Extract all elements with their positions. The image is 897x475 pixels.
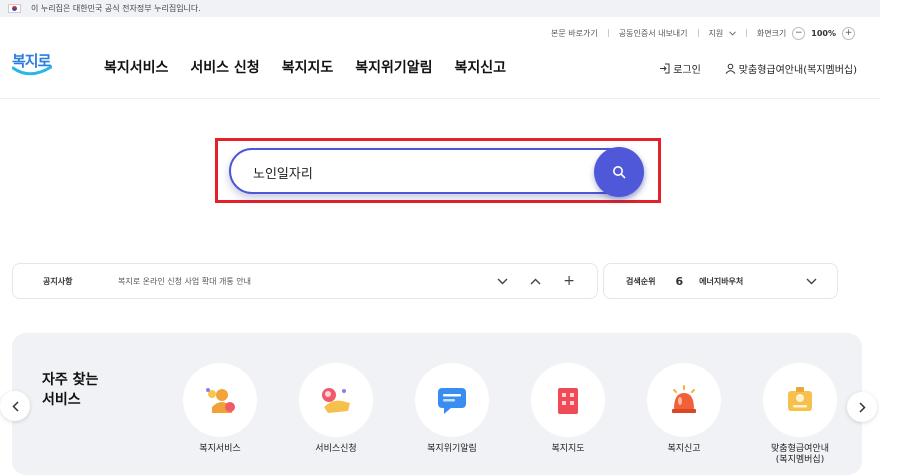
frequent-title-line1: 자주 찾는: [42, 372, 99, 388]
divider: [697, 29, 699, 37]
nav-welfare-services[interactable]: 복지서비스: [104, 57, 168, 77]
logo-swoosh-icon: [12, 65, 52, 76]
skip-to-content-link[interactable]: 본문 바로가기: [551, 28, 598, 39]
chevron-down-icon[interactable]: [497, 278, 508, 285]
service-circle: [763, 363, 837, 437]
service-label: 복지신고: [667, 444, 701, 454]
welfare-people-icon: [206, 388, 235, 413]
service-circle: [647, 363, 721, 437]
gov-banner: 이 누리집은 대한민국 공식 전자정부 누리집입니다.: [0, 0, 880, 17]
apply-hand-icon: [322, 388, 350, 413]
ranking-label: 검색순위: [626, 276, 656, 286]
gov-banner-text: 이 누리집은 대한민국 공식 전자정부 누리집입니다.: [31, 4, 201, 13]
service-circle: [299, 363, 373, 437]
header-actions: 로그인 맞춤형급여안내(복지멤버십): [635, 61, 857, 76]
divider: [607, 29, 609, 37]
nav-welfare-report[interactable]: 복지신고: [455, 57, 507, 77]
service-item-welfare-map[interactable]: 복지지도: [513, 363, 623, 455]
zoom-in-button[interactable]: +: [842, 26, 855, 40]
notice-text[interactable]: 복지로 온라인 신청 사업 확대 개통 안내: [118, 276, 497, 287]
ranking-number: 6: [675, 274, 684, 288]
nav-crisis-alert[interactable]: 복지위기알림: [355, 57, 432, 77]
service-label: 맞춤형급여안내 (복지멤버십): [745, 444, 855, 466]
notice-label: 공지사항: [43, 276, 73, 286]
membership-label: 맞춤형급여안내(복지멤버십): [738, 65, 857, 76]
cert-export-link[interactable]: 공동인증서 내보내기: [619, 28, 688, 39]
screen-size-label: 화면크기: [756, 28, 787, 38]
service-label: 복지서비스: [199, 444, 241, 454]
service-item-membership[interactable]: 맞춤형급여안내 (복지멤버십): [745, 363, 855, 466]
membership-link[interactable]: 맞춤형급여안내(복지멤버십): [725, 61, 857, 76]
service-label-line1: 맞춤형급여안내: [771, 444, 829, 454]
chevron-right-icon: [858, 401, 866, 413]
zoom-level: 100%: [811, 28, 836, 38]
utility-bar: 본문 바로가기 공동인증서 내보내기 지원 화면크기 − 100% +: [551, 25, 861, 41]
carousel-prev-button[interactable]: [0, 391, 30, 421]
service-label: 복지지도: [551, 444, 585, 454]
service-item-apply[interactable]: 서비스신청: [281, 363, 391, 455]
nav-service-apply[interactable]: 서비스 신청: [190, 57, 259, 77]
service-label-line2: (복지멤버십): [775, 455, 825, 465]
service-circle: [183, 363, 257, 437]
header-divider: [0, 98, 880, 99]
chevron-up-icon[interactable]: [530, 278, 541, 285]
notice-controls: +: [497, 273, 575, 289]
service-item-welfare[interactable]: 복지서비스: [165, 363, 275, 455]
message-bubble-icon: [438, 388, 466, 414]
main-nav: 복지서비스 서비스 신청 복지지도 복지위기알림 복지신고: [104, 57, 528, 77]
service-circle: [531, 363, 605, 437]
chevron-down-icon[interactable]: [806, 278, 817, 285]
chevron-left-icon: [11, 400, 19, 412]
login-link[interactable]: 로그인: [659, 61, 701, 76]
building-icon: [558, 388, 578, 414]
search-ranking: 검색순위 6 에너지바우처: [603, 263, 838, 299]
notice-bar: 공지사항 복지로 온라인 신청 사업 확대 개통 안내 +: [12, 263, 598, 299]
support-menu[interactable]: 지원: [709, 28, 736, 39]
ranking-term[interactable]: 에너지바우처: [699, 276, 806, 287]
notice-more-button[interactable]: +: [563, 273, 575, 289]
divider: [745, 29, 747, 37]
nav-welfare-map[interactable]: 복지지도: [282, 57, 334, 77]
frequent-title-line2: 서비스: [42, 392, 81, 408]
search-button[interactable]: [594, 147, 644, 197]
search-input[interactable]: [253, 160, 573, 184]
service-item-crisis-alert[interactable]: 복지위기알림: [397, 363, 507, 455]
search-icon: [613, 166, 626, 179]
korea-flag-icon: [8, 4, 21, 13]
service-label: 복지위기알림: [427, 444, 477, 454]
support-menu-label: 지원: [708, 28, 724, 38]
search-box: [229, 147, 644, 197]
logo[interactable]: 복지로: [12, 50, 56, 80]
login-label: 로그인: [673, 65, 701, 76]
user-icon: [725, 63, 736, 74]
membership-card-icon: [788, 387, 812, 411]
service-circle: [415, 363, 489, 437]
service-item-welfare-report[interactable]: 복지신고: [629, 363, 739, 455]
frequent-services-title: 자주 찾는 서비스: [42, 370, 98, 410]
service-label: 서비스신청: [315, 444, 357, 454]
chevron-down-icon: [728, 30, 736, 36]
login-icon: [660, 63, 670, 74]
siren-icon: [672, 385, 696, 413]
zoom-out-button[interactable]: −: [792, 26, 806, 40]
